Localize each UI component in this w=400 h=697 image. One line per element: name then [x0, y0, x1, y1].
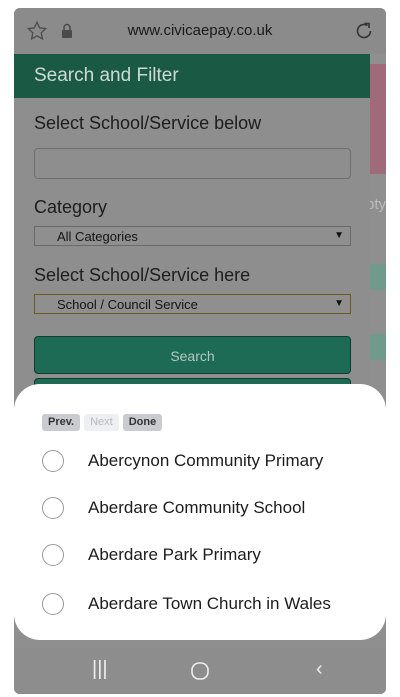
picker-option[interactable]: Abercynon Community Primary: [42, 446, 372, 476]
picker-nav-buttons: Prev. Next Done: [42, 414, 163, 431]
background-green-chip: [368, 264, 386, 290]
school-label: Select School/Service below: [34, 113, 262, 133]
browser-url-bar: www.civicaepay.co.uk: [14, 8, 386, 54]
radio-button[interactable]: [42, 497, 64, 519]
picker-option[interactable]: Aberdare Town Church in Wales: [42, 589, 372, 619]
option-label: Abercynon Community Primary: [88, 451, 324, 470]
search-button[interactable]: Search: [34, 336, 351, 374]
panel-header: Search and Filter: [14, 54, 370, 98]
background-pink-panel: [368, 64, 386, 174]
url-text[interactable]: www.civicaepay.co.uk: [14, 22, 386, 39]
recent-apps-icon[interactable]: |||: [92, 658, 108, 681]
prev-button[interactable]: Prev.: [42, 414, 81, 431]
radio-button[interactable]: [42, 450, 64, 472]
background-green-chip: [368, 334, 386, 360]
next-button[interactable]: Next: [84, 414, 119, 431]
service-selected-value: School / Council Service: [57, 297, 198, 312]
option-label: Aberdare Community School: [88, 498, 306, 517]
radio-button[interactable]: [42, 593, 64, 615]
category-select[interactable]: All Categories ▼: [34, 226, 351, 246]
back-icon[interactable]: ‹: [316, 658, 323, 681]
done-button[interactable]: Done: [122, 414, 163, 431]
school-search-input[interactable]: [34, 148, 351, 179]
category-selected-value: All Categories: [57, 229, 138, 244]
picker-option[interactable]: Aberdare Park Primary: [42, 540, 372, 570]
picker-bottom-sheet: Prev. Next Done Abercynon Community Prim…: [14, 384, 386, 640]
service-select[interactable]: School / Council Service ▼: [34, 294, 351, 314]
option-label: Aberdare Park Primary: [88, 545, 261, 564]
panel-title: Search and Filter: [34, 65, 179, 86]
radio-button[interactable]: [42, 544, 64, 566]
option-label: Aberdare Town Church in Wales: [88, 594, 331, 613]
phone-frame: www.civicaepay.co.uk pty: Search and Fil…: [0, 0, 400, 697]
reload-icon[interactable]: [352, 19, 376, 43]
android-nav-bar: ||| ‹: [14, 648, 386, 694]
home-icon[interactable]: [190, 661, 210, 681]
service-label: Select School/Service here: [34, 265, 251, 285]
picker-option[interactable]: Aberdare Community School: [42, 493, 372, 523]
dropdown-arrow-icon: ▼: [334, 298, 344, 309]
category-label: Category: [34, 197, 108, 217]
dropdown-arrow-icon: ▼: [334, 230, 344, 241]
